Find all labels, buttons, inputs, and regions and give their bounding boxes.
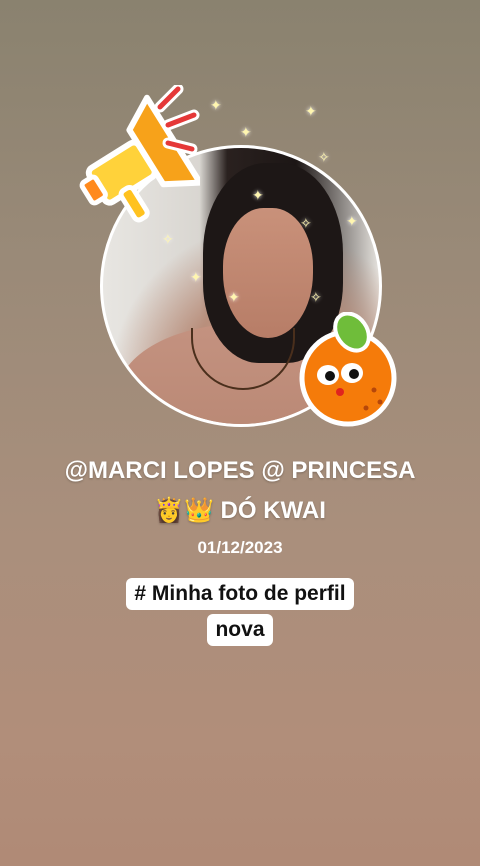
sparkle-icon: ✦ xyxy=(252,187,264,203)
sparkle-icon: ✧ xyxy=(318,149,330,165)
sparkle-icon: ✦ xyxy=(190,269,202,285)
caption-line1: # Minha foto de perfil xyxy=(0,578,480,610)
caption-line2: nova xyxy=(0,614,480,646)
caption-line2-text: nova xyxy=(207,614,273,646)
sparkle-icon: ✦ xyxy=(346,213,358,229)
sparkle-icon: ✦ xyxy=(240,124,252,140)
post-date: 01/12/2023 xyxy=(197,538,283,557)
caption-line1-text: # Minha foto de perfil xyxy=(126,578,354,610)
profile-handle-line1: @MARCI LOPES @ PRINCESA xyxy=(64,457,416,484)
sparkle-icon: ✧ xyxy=(300,215,312,231)
sparkle-icon: ✦ xyxy=(210,97,222,113)
sparkle-icon: ✧ xyxy=(310,289,322,305)
megaphone-icon xyxy=(79,85,200,223)
sparkle-icon: ✦ xyxy=(305,103,317,119)
orange-icon xyxy=(299,312,397,427)
profile-handle-line2: 👸👑 DÓ KWAI xyxy=(154,497,326,524)
sparkle-icon: ✦ xyxy=(228,289,240,305)
